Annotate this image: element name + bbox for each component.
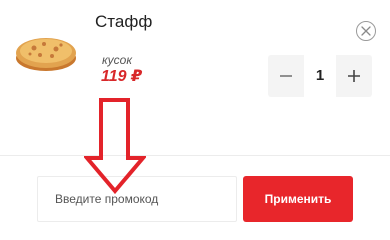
product-price: 119 ₽ bbox=[101, 68, 143, 85]
cart-page: Стафф кусок 119 ₽ 1 Применить bbox=[0, 0, 390, 240]
quantity-stepper: 1 bbox=[268, 55, 372, 97]
remove-item-button[interactable] bbox=[356, 21, 376, 41]
quantity-value: 1 bbox=[304, 55, 336, 97]
close-icon bbox=[361, 26, 371, 36]
apply-promo-button[interactable]: Применить bbox=[243, 176, 353, 222]
decrease-quantity-button[interactable] bbox=[268, 55, 304, 97]
product-name: Стафф bbox=[95, 12, 153, 31]
divider bbox=[0, 155, 390, 156]
plus-icon bbox=[348, 70, 360, 82]
increase-quantity-button[interactable] bbox=[336, 55, 372, 97]
pizza-icon bbox=[14, 28, 78, 74]
promo-code-input[interactable] bbox=[37, 176, 237, 222]
unit-label: кусок bbox=[102, 53, 133, 67]
minus-icon bbox=[280, 75, 292, 77]
